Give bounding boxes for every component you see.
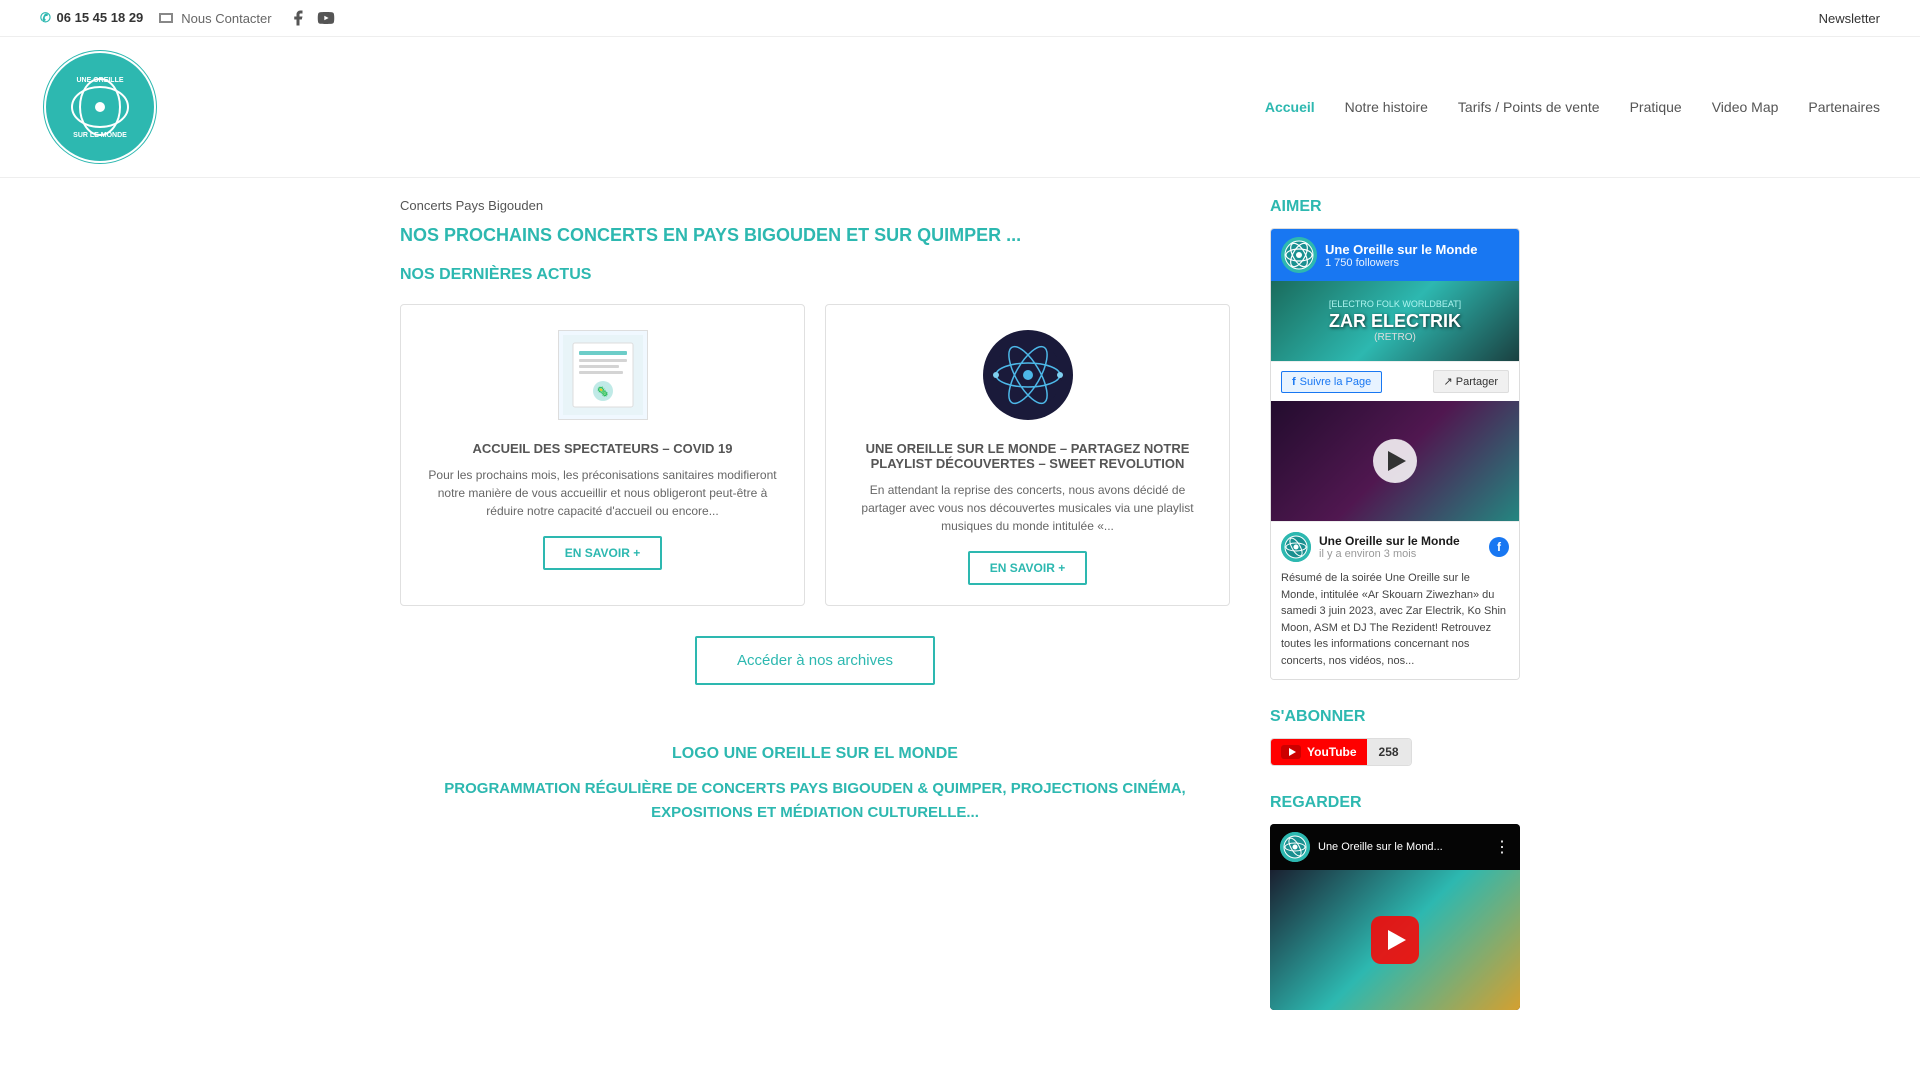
top-bar-left: ✆ 06 15 45 18 29 Nous Contacter xyxy=(40,8,336,28)
envelope-icon xyxy=(159,13,173,23)
fb-icon-small: f xyxy=(1292,376,1296,388)
top-bar: ✆ 06 15 45 18 29 Nous Contacter Newslett… xyxy=(0,0,1920,37)
fb-share-button[interactable]: ↗ Partager xyxy=(1433,370,1509,393)
fb-page-info: Une Oreille sur le Monde 1 750 followers xyxy=(1325,242,1477,269)
nav-partenaires[interactable]: Partenaires xyxy=(1808,99,1880,115)
fb-followers-count: 1 750 followers xyxy=(1325,257,1477,269)
archive-btn-container: Accéder à nos archives xyxy=(400,636,1230,685)
regarder-channel-avatar xyxy=(1280,832,1310,862)
regarder-title: REGARDER xyxy=(1270,794,1520,812)
nav-histoire[interactable]: Notre histoire xyxy=(1345,99,1428,115)
main-section-title: NOS PROCHAINS CONCERTS EN PAYS BIGOUDEN … xyxy=(400,225,1230,246)
fb-widget-actions: f Suivre la Page ↗ Partager xyxy=(1271,361,1519,401)
svg-text:SUR LE MONDE: SUR LE MONDE xyxy=(73,132,127,139)
fb-widget-header: Une Oreille sur le Monde 1 750 followers xyxy=(1271,229,1519,281)
phone-number: ✆ 06 15 45 18 29 xyxy=(40,10,143,26)
sidebar: AIMER Une Orei xyxy=(1270,198,1520,1038)
nav-accueil[interactable]: Accueil xyxy=(1265,99,1315,115)
facebook-widget: Une Oreille sur le Monde 1 750 followers… xyxy=(1270,228,1520,680)
newsletter-link[interactable]: Newsletter xyxy=(1819,11,1880,26)
fb-post-name-area: Une Oreille sur le Monde il y a environ … xyxy=(1319,534,1460,560)
footer-promo-text: PROGRAMMATION RÉGULIÈRE DE CONCERTS PAYS… xyxy=(400,777,1230,825)
fb-post-text: Résumé de la soirée Une Oreille sur le M… xyxy=(1281,570,1509,669)
yt-play-icon xyxy=(1281,745,1301,759)
sweet-img-placeholder xyxy=(983,330,1073,420)
footer-logo-title: LOGO UNE OREILLE SUR EL MONDE xyxy=(400,745,1230,763)
fb-video-area xyxy=(1271,401,1519,521)
aimer-title: AIMER xyxy=(1270,198,1520,216)
sidebar-sabonner: S'ABONNER YouTube 258 xyxy=(1270,708,1520,766)
regarder-video-widget: Une Oreille sur le Mond... ⋮ xyxy=(1270,824,1520,1010)
cards-row: 🦠 ACCUEIL DES SPECTATEURS – COVID 19 Pou… xyxy=(400,304,1230,606)
fb-follow-button[interactable]: f Suivre la Page xyxy=(1281,371,1382,393)
card-covid-btn[interactable]: EN SAVOIR + xyxy=(543,536,662,570)
regarder-video-header: Une Oreille sur le Mond... ⋮ xyxy=(1270,824,1520,870)
covid-img-placeholder: 🦠 xyxy=(558,330,648,420)
card-covid: 🦠 ACCUEIL DES SPECTATEURS – COVID 19 Pou… xyxy=(400,304,805,606)
card-sweet: UNE OREILLE SUR LE MONDE – PARTAGEZ NOTR… xyxy=(825,304,1230,606)
youtube-subscribe-widget[interactable]: YouTube 258 xyxy=(1270,738,1412,766)
regarder-play-button[interactable] xyxy=(1371,916,1419,964)
archive-button[interactable]: Accéder à nos archives xyxy=(695,636,935,685)
regarder-channel-name: Une Oreille sur le Mond... xyxy=(1318,841,1486,853)
fb-post-timestamp: il y a environ 3 mois xyxy=(1319,548,1460,560)
youtube-icon[interactable] xyxy=(316,8,336,28)
site-logo[interactable]: UNE OREILLE SUR LE MONDE xyxy=(40,47,160,167)
fb-post-header: Une Oreille sur le Monde il y a environ … xyxy=(1281,532,1509,562)
card-sweet-btn[interactable]: EN SAVOIR + xyxy=(968,551,1087,585)
main-nav: Accueil Notre histoire Tarifs / Points d… xyxy=(1265,99,1880,115)
social-icons xyxy=(288,8,336,28)
svg-text:🦠: 🦠 xyxy=(596,385,608,398)
fb-page-avatar xyxy=(1281,237,1317,273)
facebook-icon[interactable] xyxy=(288,8,308,28)
sidebar-aimer: AIMER Une Orei xyxy=(1270,198,1520,680)
main-container: Concerts Pays Bigouden NOS PROCHAINS CON… xyxy=(380,178,1540,1058)
sabonner-title: S'ABONNER xyxy=(1270,708,1520,726)
regarder-play-triangle-icon xyxy=(1388,930,1406,950)
nav-videomap[interactable]: Video Map xyxy=(1712,99,1779,115)
content-area: Concerts Pays Bigouden NOS PROCHAINS CON… xyxy=(400,198,1230,1038)
fb-page-name: Une Oreille sur le Monde xyxy=(1325,242,1477,257)
fb-band-sub: (RETRO) xyxy=(1329,332,1461,343)
fb-brand-icon: f xyxy=(1489,537,1509,557)
sidebar-regarder: REGARDER Une Oreille sur le Mond... ⋮ xyxy=(1270,794,1520,1010)
regarder-more-options[interactable]: ⋮ xyxy=(1494,837,1510,857)
contact-link[interactable]: Nous Contacter xyxy=(159,11,271,26)
fb-play-triangle-icon xyxy=(1388,451,1406,471)
card-sweet-text: En attendant la reprise des concerts, no… xyxy=(846,481,1209,535)
header: UNE OREILLE SUR LE MONDE Accueil Notre h… xyxy=(0,37,1920,178)
news-section-title: NOS DERNIÈRES ACTUS xyxy=(400,266,1230,284)
card-covid-title: ACCUEIL DES SPECTATEURS – COVID 19 xyxy=(472,441,732,456)
breadcrumb: Concerts Pays Bigouden xyxy=(400,198,1230,213)
yt-label: YouTube xyxy=(1307,745,1357,759)
yt-logo: YouTube xyxy=(1271,739,1367,765)
card-sweet-title: UNE OREILLE SUR LE MONDE – PARTAGEZ NOTR… xyxy=(846,441,1209,471)
yt-subscriber-count: 258 xyxy=(1367,739,1411,765)
fb-cover-image: [ELECTRO FOLK WORLDBEAT] ZAR ELECTRIK (R… xyxy=(1271,281,1519,361)
newsletter-area: Newsletter xyxy=(1819,10,1880,26)
card-covid-image: 🦠 xyxy=(553,325,653,425)
card-covid-text: Pour les prochains mois, les préconisati… xyxy=(421,466,784,520)
phone-bullet-icon: ✆ xyxy=(40,10,51,25)
fb-band-label: [ELECTRO FOLK WORLDBEAT] xyxy=(1329,299,1461,309)
fb-play-button[interactable] xyxy=(1373,439,1417,483)
share-icon: ↗ xyxy=(1444,376,1453,388)
logo-container: UNE OREILLE SUR LE MONDE xyxy=(40,47,160,167)
fb-post-avatar xyxy=(1281,532,1311,562)
fb-post-section: Une Oreille sur le Monde il y a environ … xyxy=(1271,521,1519,679)
nav-pratique[interactable]: Pratique xyxy=(1630,99,1682,115)
card-sweet-image xyxy=(978,325,1078,425)
regarder-video-area[interactable] xyxy=(1270,870,1520,1010)
fb-band-name: ZAR ELECTRIK xyxy=(1329,311,1461,332)
nav-tarifs[interactable]: Tarifs / Points de vente xyxy=(1458,99,1600,115)
footer-content: LOGO UNE OREILLE SUR EL MONDE PROGRAMMAT… xyxy=(400,725,1230,845)
fb-post-page-name: Une Oreille sur le Monde xyxy=(1319,534,1460,548)
